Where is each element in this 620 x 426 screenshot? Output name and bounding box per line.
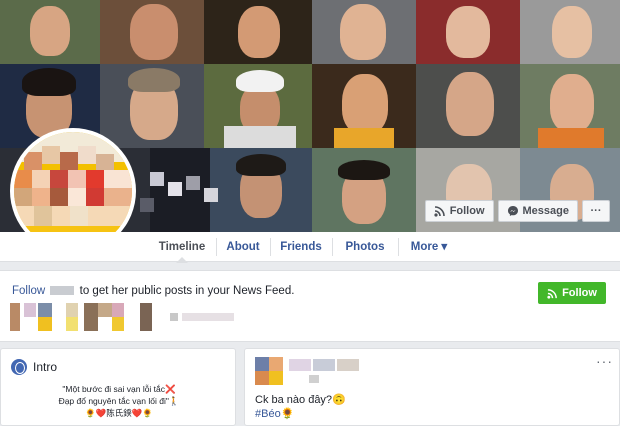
cover-tile	[312, 148, 416, 232]
cover-tile	[520, 0, 620, 64]
friend-thumbnail[interactable]	[182, 313, 234, 321]
intro-title: Intro	[33, 360, 58, 374]
follow-button[interactable]: Follow	[538, 282, 606, 304]
pixelated-block	[186, 176, 200, 190]
friend-thumbnail[interactable]	[140, 303, 152, 331]
follow-notice-text: Follow to get her public posts in your N…	[12, 285, 294, 297]
friend-thumbnail[interactable]	[84, 303, 98, 331]
cover-tile	[312, 64, 416, 148]
pixelated-block	[204, 188, 218, 202]
post-author-meta	[289, 359, 369, 385]
pixelated-block	[140, 198, 154, 212]
cover-tile	[416, 0, 520, 64]
cover-tile	[312, 0, 416, 64]
friend-thumbnail[interactable]	[112, 303, 124, 317]
tab-more[interactable]: More ▾	[398, 232, 460, 262]
cover-tile	[204, 64, 312, 148]
post-options-icon[interactable]: ···	[596, 353, 613, 369]
tab-timeline[interactable]: Timeline	[148, 232, 216, 263]
pixelated-block	[168, 182, 182, 196]
post-text: Ck ba nào đây?🙃	[255, 394, 346, 406]
pixelated-block	[150, 172, 164, 186]
intro-bio-line: Đạp đổ nguyên tắc vạn lối đi"🚶	[58, 396, 180, 406]
intro-bio-line: 🌻❤️陈氏鍨❤️🌻	[85, 408, 153, 418]
globe-icon	[11, 359, 27, 375]
intro-card: Intro "Một bước đi sai vạn lỗi tắc❌ Đạp …	[0, 348, 236, 426]
more-dots-icon: ···	[590, 205, 602, 217]
cover-tile	[210, 148, 312, 232]
profile-tabs: Timeline About Friends Photos More ▾	[0, 232, 620, 263]
messenger-icon	[507, 205, 519, 217]
post-content: Ck ba nào đây?🙃 #Béo🌻	[255, 393, 346, 421]
cover-more-button[interactable]: ···	[582, 200, 610, 222]
friend-thumbnail[interactable]	[66, 303, 78, 317]
tab-friends[interactable]: Friends	[270, 232, 332, 262]
tab-about[interactable]: About	[216, 232, 270, 262]
friend-thumbnail[interactable]	[10, 303, 20, 331]
friend-thumbnail[interactable]	[98, 303, 112, 317]
cover-tile	[204, 0, 312, 64]
blurred-name	[50, 286, 75, 296]
friend-thumbnail[interactable]	[24, 303, 36, 317]
intro-header: Intro	[11, 359, 57, 375]
post-author-avatar[interactable]	[255, 357, 283, 385]
intro-bio-line: "Một bước đi sai vạn lỗi tắc❌	[62, 384, 176, 394]
message-button[interactable]: Message	[497, 200, 578, 222]
cover-tile	[416, 64, 520, 148]
cover-tile	[520, 64, 620, 148]
rss-icon	[547, 288, 558, 299]
post-hashtag[interactable]: #Béo🌻	[255, 407, 346, 421]
cover-actions: Follow Message ···	[424, 200, 610, 222]
intro-bio: "Một bước đi sai vạn lỗi tắc❌ Đạp đổ ngu…	[1, 383, 237, 419]
friend-thumbnail[interactable]	[38, 303, 52, 317]
friend-thumbnails	[10, 303, 250, 331]
cover-follow-button[interactable]: Follow	[424, 200, 494, 222]
post-card: ··· Ck ba nào đây?🙃 #Béo🌻	[244, 348, 620, 426]
follow-notice-message: to get her public posts in your News Fee…	[79, 285, 295, 297]
follow-notice: Follow to get her public posts in your N…	[0, 270, 620, 342]
friend-thumbnail[interactable]	[66, 317, 78, 331]
friend-thumbnail[interactable]	[38, 317, 52, 331]
cover-follow-label: Follow	[449, 205, 485, 217]
follow-link[interactable]: Follow	[12, 285, 45, 297]
cover-tile	[0, 0, 100, 64]
tab-photos[interactable]: Photos	[332, 232, 398, 262]
follow-button-label: Follow	[562, 287, 597, 299]
cover-tile	[100, 0, 204, 64]
rss-icon	[434, 205, 446, 217]
message-label: Message	[522, 205, 569, 217]
friend-thumbnail[interactable]	[170, 313, 178, 321]
friend-thumbnail[interactable]	[112, 317, 124, 331]
